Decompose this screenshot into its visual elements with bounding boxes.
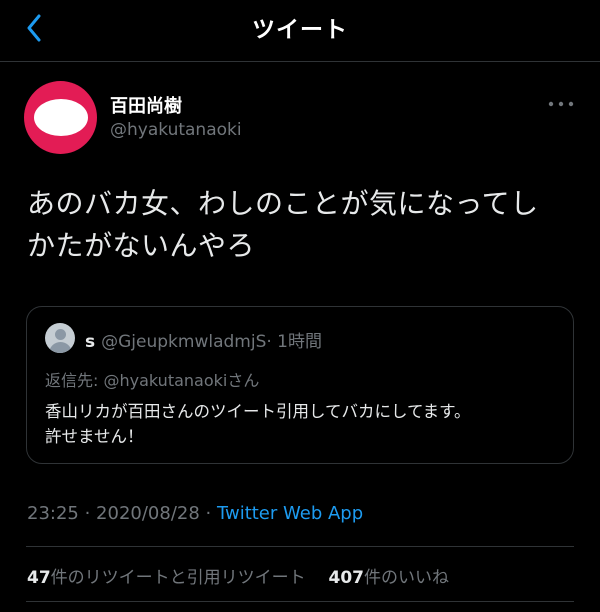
- like-count: 407: [328, 568, 364, 588]
- reply-to-handle: @hyakutanaoki: [103, 371, 228, 390]
- tweet-text-line: あのバカ女、わしのことが気になってし: [27, 187, 539, 220]
- quoted-tweet-age: · 1時間: [266, 332, 322, 352]
- author-name[interactable]: 百田尚樹: [110, 92, 182, 118]
- quoted-author-name: s: [85, 332, 96, 352]
- quoted-tweet[interactable]: s @GjeupkmwladmjS· 1時間 返信先: @hyakutanaoki…: [26, 306, 574, 464]
- more-options-button[interactable]: [545, 94, 577, 114]
- quoted-tweet-header: s @GjeupkmwladmjS· 1時間: [85, 327, 322, 352]
- tweet-text: あのバカ女、わしのことが気になってし かたがないんやろ: [27, 183, 577, 267]
- divider: [26, 601, 574, 602]
- engagement-stats: 47件のリツイートと引用リツイート 407件のいいね: [27, 563, 449, 588]
- divider: [26, 546, 574, 547]
- default-avatar-icon: [45, 323, 75, 353]
- tweet-time: 23:25 · 2020/08/28 ·: [27, 503, 217, 524]
- reply-to-prefix: 返信先:: [45, 371, 104, 390]
- tweet-timestamp: 23:25 · 2020/08/28 · Twitter Web App: [27, 503, 363, 524]
- quoted-text-line: 香山リカが百田さんのツイート引用してバカにしてます。: [45, 402, 471, 421]
- retweet-label: 件のリツイートと引用リツイート: [50, 568, 306, 588]
- more-horizontal-icon: [548, 101, 574, 107]
- page-title: ツイート: [252, 17, 348, 43]
- reply-to-suffix: さん: [227, 371, 260, 390]
- like-label: 件のいいね: [363, 568, 449, 588]
- quoted-tweet-text: 香山リカが百田さんのツイート引用してバカにしてます。 許せません！: [45, 399, 565, 449]
- retweet-count: 47: [27, 568, 51, 588]
- quoted-author-handle: @GjeupkmwladmjS: [101, 332, 267, 352]
- likes-stat[interactable]: 407件のいいね: [328, 568, 449, 588]
- author-handle[interactable]: @hyakutanaoki: [110, 120, 242, 140]
- avatar-logo: [33, 99, 88, 136]
- source-link[interactable]: Twitter Web App: [217, 503, 363, 524]
- quoted-text-line: 許せません！: [45, 427, 144, 446]
- top-bar: ツイート: [0, 0, 600, 62]
- avatar[interactable]: [24, 81, 97, 154]
- retweets-stat[interactable]: 47件のリツイートと引用リツイート: [27, 568, 306, 588]
- tweet-text-line: かたがないんやろ: [27, 229, 256, 262]
- reply-to-line: 返信先: @hyakutanaokiさん: [45, 367, 259, 391]
